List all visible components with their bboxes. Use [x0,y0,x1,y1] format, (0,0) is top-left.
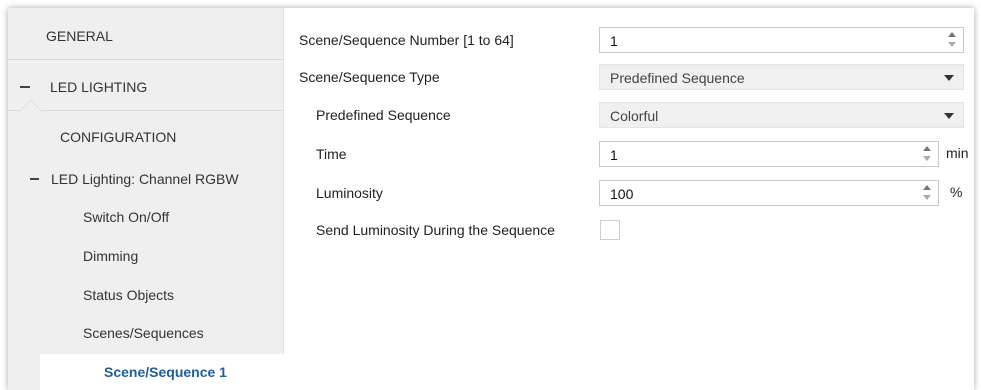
luminosity-label: Luminosity [316,185,383,201]
sidebar-item-label: GENERAL [46,28,113,44]
row-luminosity: Luminosity 100 % [284,179,974,207]
send-luminosity-checkbox[interactable] [600,220,620,240]
sidebar-item-label: LED Lighting: Channel RGBW [51,171,239,187]
luminosity-value: 100 [610,186,634,202]
predefined-sequence-label: Predefined Sequence [316,107,451,123]
predefined-sequence-dropdown[interactable]: Colorful [599,102,964,128]
sidebar-item-led-lighting[interactable]: LED LIGHTING [8,67,283,107]
sidebar-item-label: LED LIGHTING [50,79,148,95]
row-scene-type: Scene/Sequence Type Predefined Sequence [284,63,974,91]
time-unit: min [946,145,969,161]
scene-type-dropdown[interactable]: Predefined Sequence [599,64,964,90]
chevron-down-icon [944,113,954,119]
sidebar-item-led-channel-rgbw[interactable]: LED Lighting: Channel RGBW [8,162,283,196]
sidebar-item-status-objects[interactable]: Status Objects [8,278,283,312]
scene-type-label: Scene/Sequence Type [299,69,440,85]
row-time: Time 1 min [284,140,974,168]
luminosity-unit: % [950,184,963,200]
sidebar-item-label: Status Objects [83,287,175,303]
sidebar-item-dimming[interactable]: Dimming [8,239,283,273]
sidebar-item-scene-sequence-1[interactable]: Scene/Sequence 1 [40,354,284,390]
sidebar-item-scenes-sequences[interactable]: Scenes/Sequences [8,316,283,350]
spin-arrows-icon[interactable] [922,145,932,163]
sidebar-item-general[interactable]: GENERAL [8,18,283,54]
row-predefined-sequence: Predefined Sequence Colorful [284,101,974,129]
scene-number-label: Scene/Sequence Number [1 to 64] [299,32,514,48]
row-send-luminosity: Send Luminosity During the Sequence [284,216,974,244]
sidebar-item-label: Scenes/Sequences [83,325,204,341]
row-scene-number: Scene/Sequence Number [1 to 64] 1 [284,26,974,54]
sidebar-divider [8,59,283,60]
time-spinbox[interactable]: 1 [599,141,939,167]
scene-number-spinbox[interactable]: 1 [599,27,964,53]
window: GENERAL LED LIGHTING CONFIGURATION LED L… [8,8,974,390]
send-luminosity-label: Send Luminosity During the Sequence [316,222,555,238]
scene-number-value: 1 [610,33,618,49]
luminosity-spinbox[interactable]: 100 [599,180,939,206]
sidebar-divider [8,110,283,111]
spin-arrows-icon[interactable] [922,184,932,202]
sidebar: GENERAL LED LIGHTING CONFIGURATION LED L… [8,8,284,390]
chevron-down-icon [944,75,954,81]
spin-arrows-icon[interactable] [947,31,957,49]
scene-type-value: Predefined Sequence [610,70,745,86]
sidebar-item-label: Scene/Sequence 1 [104,364,227,380]
sidebar-item-label: Dimming [83,248,139,264]
sidebar-item-label: CONFIGURATION [60,129,177,145]
sidebar-item-label: Switch On/Off [83,209,170,225]
collapse-minus-icon[interactable] [20,86,30,88]
predefined-sequence-value: Colorful [610,108,659,124]
sidebar-item-configuration[interactable]: CONFIGURATION [8,120,283,154]
collapse-minus-icon[interactable] [30,178,39,180]
settings-panel: Scene/Sequence Number [1 to 64] 1 Scene/… [284,8,974,390]
time-value: 1 [610,147,618,163]
sidebar-item-switch-on-off[interactable]: Switch On/Off [8,200,283,234]
time-label: Time [316,146,347,162]
